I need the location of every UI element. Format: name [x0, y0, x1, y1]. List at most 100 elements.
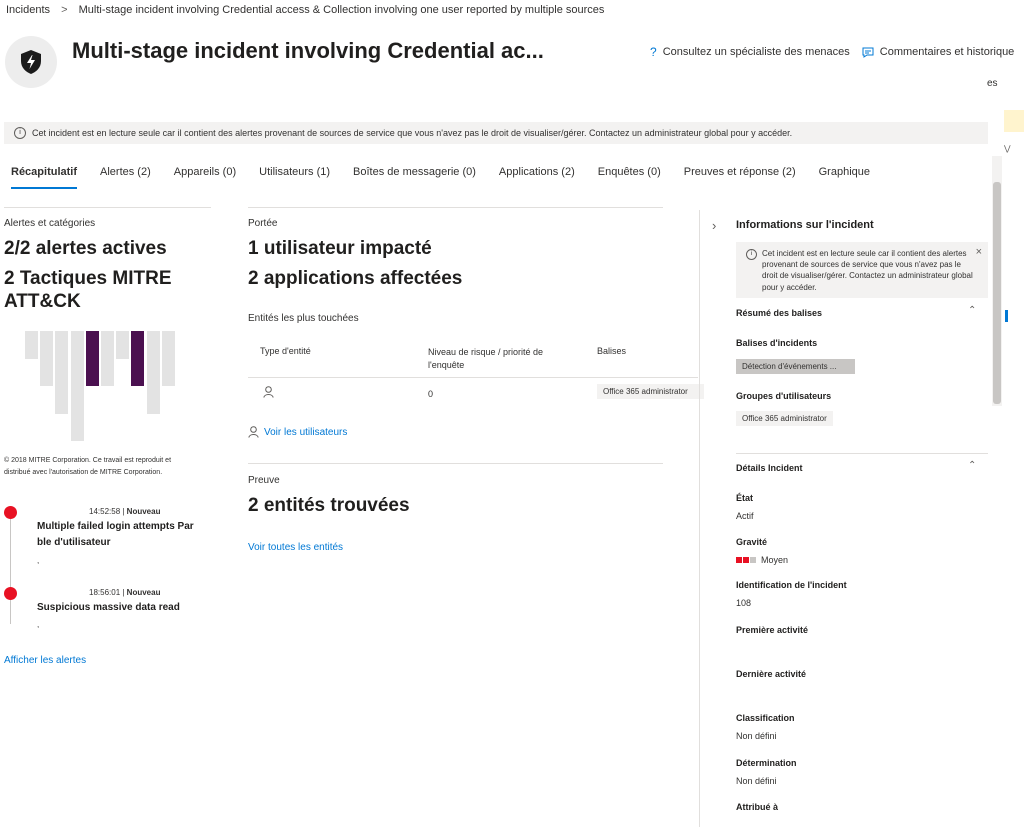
breadcrumb-separator-icon: >	[61, 4, 68, 16]
alert-status: Nouveau	[126, 588, 161, 597]
close-icon[interactable]: ×	[976, 245, 982, 260]
mitre-tactics-count: 2 Tactiques MITRE ATT&CK	[4, 268, 172, 312]
divider	[736, 453, 988, 454]
state-label: État	[736, 493, 754, 503]
first-activity-label: Première activité	[736, 625, 809, 635]
alert-severity-dot	[4, 506, 17, 519]
collapse-panel-chevron-icon[interactable]: ›	[712, 218, 716, 233]
tab-bar: Récapitulatif Alertes (2) Appareils (0) …	[11, 166, 870, 189]
read-only-info-bar: i Cet incident est en lecture seule car …	[4, 122, 988, 144]
active-alerts-count: 2/2 alertes actives	[4, 238, 167, 259]
consult-expert-button[interactable]: ? Consultez un spécialiste des menaces	[650, 45, 850, 59]
comments-history-button[interactable]: Commentaires et historique	[862, 45, 1015, 59]
classification-label: Classification	[736, 713, 795, 723]
tab-alerts[interactable]: Alertes (2)	[100, 166, 151, 189]
view-users-link[interactable]: Voir les utilisateurs	[248, 426, 347, 438]
mitre-tactic-bar	[71, 331, 84, 441]
tab-devices[interactable]: Appareils (0)	[174, 166, 236, 189]
mitre-tactic-bar	[147, 331, 160, 414]
entity-tag: Office 365 administrator	[597, 384, 704, 399]
comments-history-label: Commentaires et historique	[879, 46, 1015, 58]
divider	[248, 463, 663, 464]
divider	[248, 207, 663, 208]
side-panel-title: Informations sur l'incident	[736, 219, 874, 231]
view-users-label: Voir les utilisateurs	[264, 426, 348, 438]
alerts-categories-label: Alertes et catégories	[4, 218, 96, 229]
assigned-to-label: Attribué à	[736, 802, 779, 812]
timeline-line	[10, 512, 11, 624]
mitre-tactic-bar	[40, 331, 53, 386]
mitre-tactic-bar	[101, 331, 114, 386]
incident-avatar	[5, 36, 57, 88]
timeline-item-time: 14:52:58 | Nouveau	[89, 507, 161, 516]
copyright-line-2: distribué avec l'autorisation de MITRE C…	[4, 468, 163, 476]
comment-icon	[862, 47, 874, 58]
top-entities-label: Entités les plus touchées	[248, 313, 359, 324]
shield-alert-icon	[21, 50, 41, 74]
copyright-line-1: © 2018 MITRE Corporation. Ce travail est…	[4, 457, 172, 464]
incident-id-label: Identification de l'incident	[736, 580, 847, 590]
chevron-double-down-icon[interactable]: ⋁	[1004, 144, 1011, 153]
mitre-tactic-bar	[25, 331, 38, 359]
tab-summary[interactable]: Récapitulatif	[11, 166, 78, 189]
breadcrumb-current: Multi-stage incident involving Credentia…	[78, 4, 605, 16]
alert-subtext: ,	[37, 556, 40, 565]
page-title: Multi-stage incident involving Credentia…	[72, 38, 544, 63]
side-panel-border	[699, 210, 700, 827]
last-activity-label: Dernière activité	[736, 669, 807, 679]
alert-title-link[interactable]: Multiple failed login attempts Par ble d…	[37, 519, 209, 551]
severity-indicator	[736, 557, 756, 563]
severity-label: Gravité	[736, 537, 768, 547]
tab-graph[interactable]: Graphique	[819, 166, 870, 189]
timeline-item-time: 18:56:01 | Nouveau	[89, 588, 161, 597]
incident-tag: Détection d'événements ...	[736, 359, 855, 374]
determination-value: Non défini	[736, 776, 777, 786]
table-header-risk[interactable]: Niveau de risque / priorité de l'enquête	[428, 346, 558, 371]
severity-value: Moyen	[761, 555, 789, 565]
classification-value: Non défini	[736, 731, 777, 741]
tab-mailboxes[interactable]: Boîtes de messagerie (0)	[353, 166, 476, 189]
alert-subtext: ,	[37, 620, 40, 629]
show-alerts-link[interactable]: Afficher les alertes	[4, 655, 86, 666]
severity-square	[736, 557, 742, 563]
table-header-entity-type[interactable]: Type d'entité	[260, 346, 311, 356]
user-icon	[263, 386, 274, 398]
mitre-tactic-bar	[131, 331, 144, 386]
tab-evidence[interactable]: Preuves et réponse (2)	[684, 166, 796, 189]
tab-users[interactable]: Utilisateurs (1)	[259, 166, 330, 189]
mitre-tactic-bar	[86, 331, 99, 386]
info-icon: i	[746, 249, 757, 260]
user-groups-label: Groupes d'utilisateurs	[736, 391, 832, 401]
scope-label: Portée	[248, 218, 278, 229]
tab-apps[interactable]: Applications (2)	[499, 166, 575, 189]
entities-found-count: 2 entités trouvées	[248, 495, 410, 516]
question-icon: ?	[650, 45, 657, 59]
determination-label: Détermination	[736, 758, 797, 768]
severity-square	[750, 557, 756, 563]
incident-tags-label: Balises d'incidents	[736, 338, 818, 348]
edge-text: es	[987, 78, 998, 89]
scrollbar-thumb[interactable]	[993, 182, 1001, 404]
info-bar-text: Cet incident est en lecture seule car il…	[32, 128, 793, 138]
mitre-tactic-bar	[162, 331, 175, 386]
alert-time: 18:56:01	[89, 588, 121, 597]
table-divider	[248, 377, 698, 378]
impacted-users-count: 1 utilisateur impacté	[248, 238, 432, 259]
alert-status: Nouveau	[126, 507, 161, 516]
alert-title-link[interactable]: Suspicious massive data read	[37, 600, 209, 616]
mitre-attack-chart	[25, 331, 192, 441]
table-header-tags[interactable]: Balises	[597, 346, 626, 356]
background-accent	[1005, 310, 1008, 322]
severity-square	[743, 557, 749, 563]
alert-severity-dot	[4, 587, 17, 600]
mitre-tactic-bar	[55, 331, 68, 414]
incident-id-value: 108	[736, 598, 752, 608]
tab-investigations[interactable]: Enquêtes (0)	[598, 166, 661, 189]
side-panel-message-text: Cet incident est en lecture seule car il…	[762, 249, 973, 292]
user-icon	[248, 426, 259, 438]
breadcrumb-incidents-link[interactable]: Incidents	[6, 4, 50, 16]
chevron-up-icon[interactable]: ⌃	[968, 305, 976, 316]
view-all-entities-link[interactable]: Voir toutes les entités	[248, 542, 343, 553]
consult-expert-label: Consultez un spécialiste des menaces	[662, 46, 850, 58]
chevron-up-icon[interactable]: ⌃	[968, 460, 976, 471]
